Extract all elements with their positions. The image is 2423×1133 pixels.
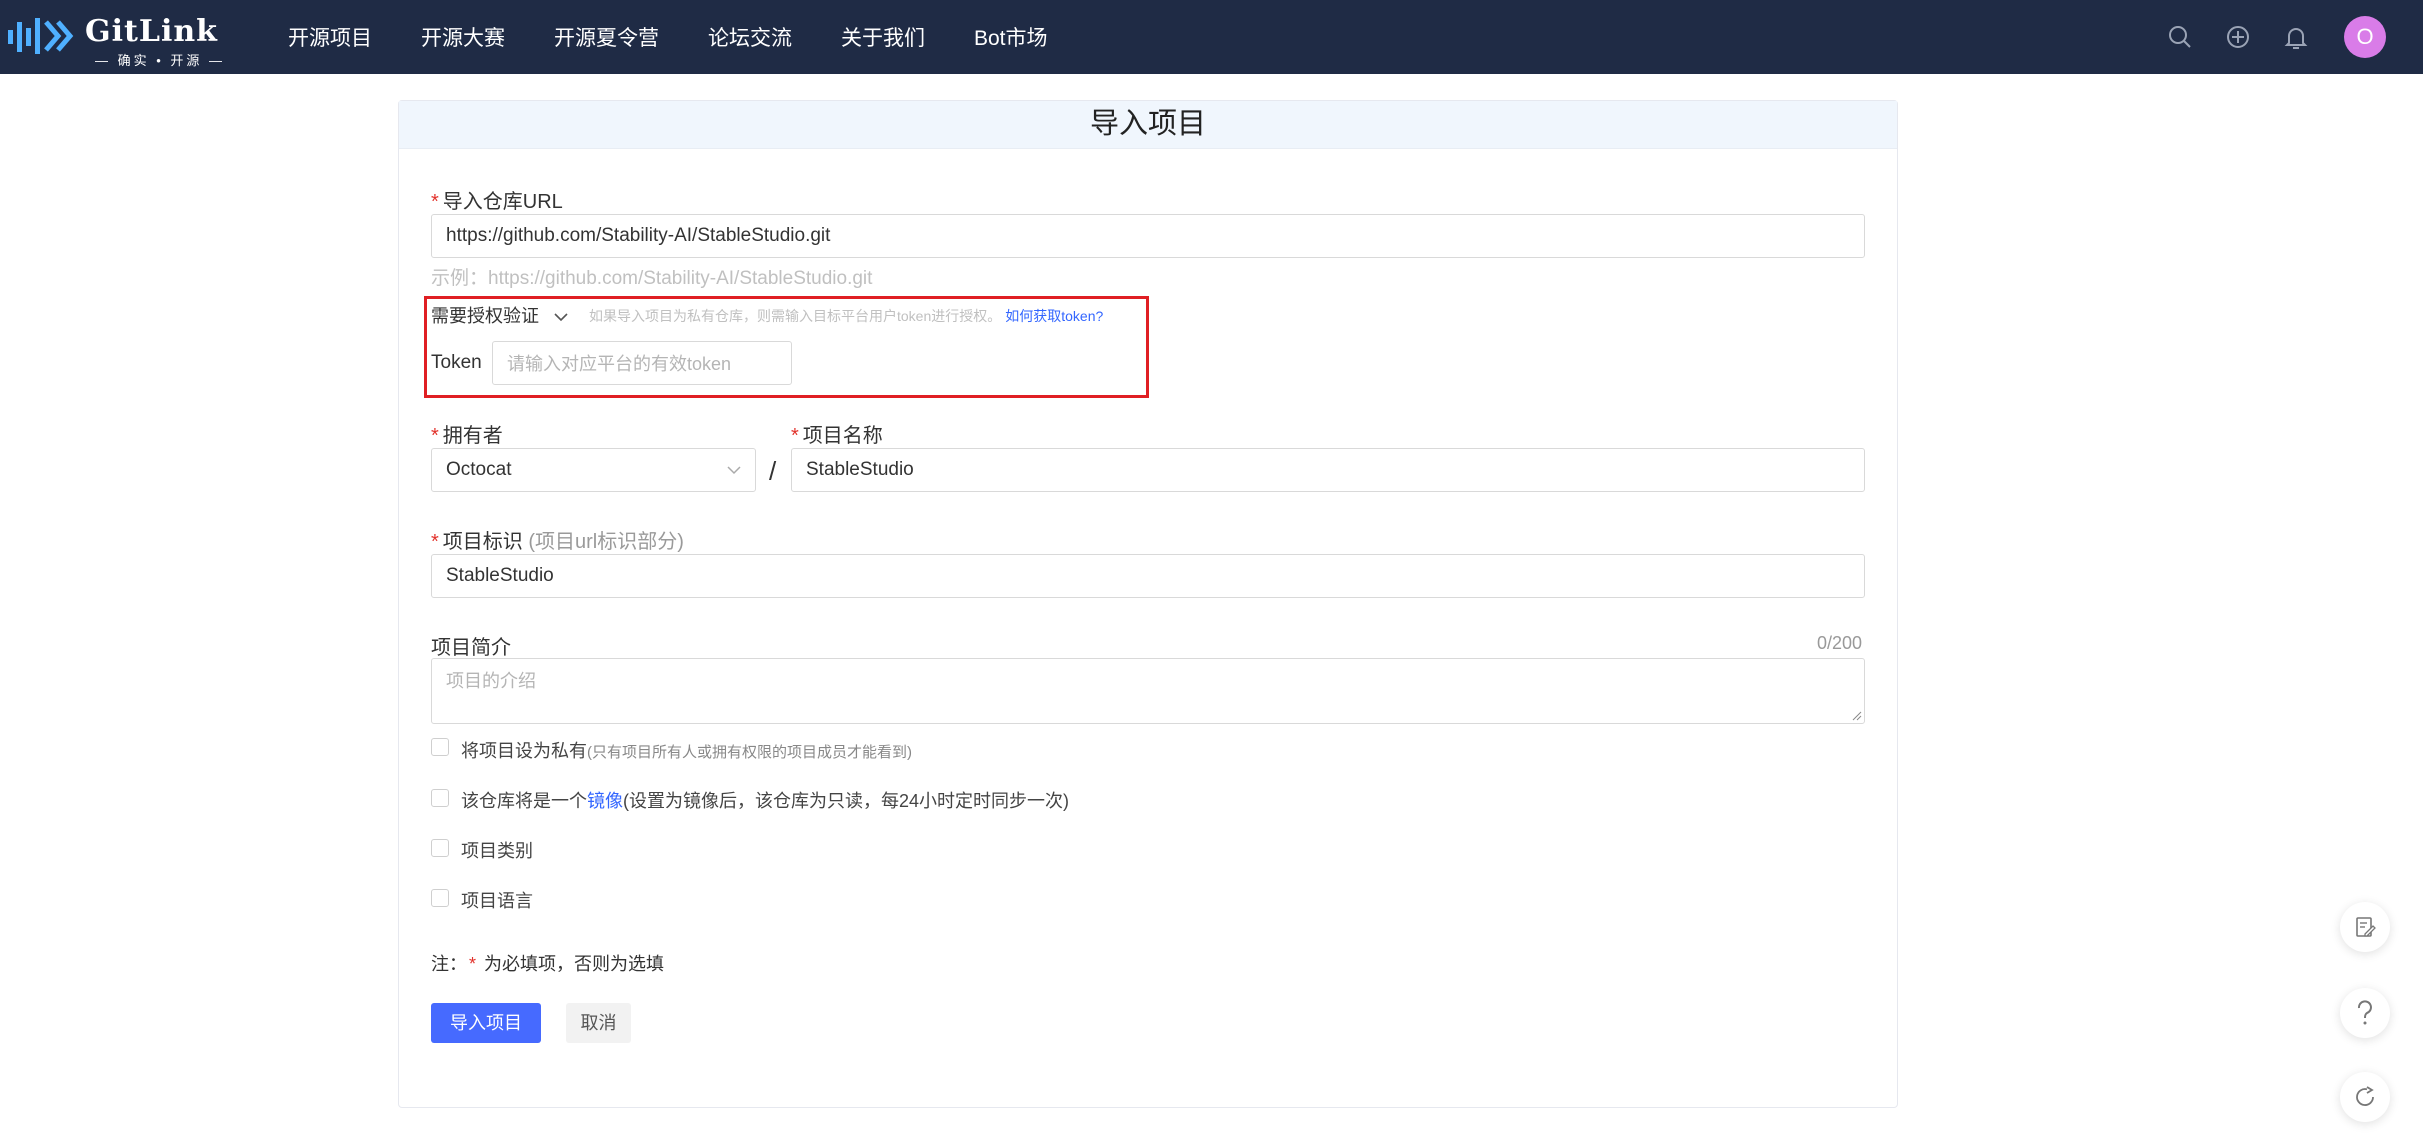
top-navbar: GitLink — 确实 • 开源 — 开源项目 开源大赛 开源夏令营 论坛交流…	[0, 0, 2423, 74]
owner-label-text: 拥有者	[442, 425, 503, 447]
identifier-label: * 项目标识 (项目url标识部分)	[431, 525, 684, 554]
plus-circle-icon[interactable]	[2223, 22, 2253, 52]
resize-handle-icon[interactable]	[1852, 711, 1862, 721]
owner-label: * 拥有者	[431, 419, 503, 448]
auth-hint: 如果导入项目为私有仓库，则需输入目标平台用户token进行授权。 如何获取toke…	[589, 306, 1103, 326]
identifier-label-text: 项目标识	[442, 531, 523, 553]
owner-select[interactable]: Octocat	[431, 448, 756, 492]
repo-url-value: https://github.com/Stability-AI/StableSt…	[446, 225, 831, 246]
repo-url-example: 示例：https://github.com/Stability-AI/Stabl…	[431, 268, 873, 289]
project-name-label: * 项目名称	[791, 419, 883, 448]
footnote-text: 为必填项，否则为选填	[484, 954, 665, 974]
gitlink-logo[interactable]: GitLink — 确实 • 开源 —	[6, 10, 236, 68]
category-checkbox[interactable]	[431, 839, 449, 857]
logo-tagline: — 确实 • 开源 —	[95, 53, 225, 68]
identifier-input[interactable]: StableStudio	[431, 554, 1865, 598]
refresh-icon	[2356, 1086, 2374, 1106]
description-placeholder: 项目的介绍	[446, 671, 536, 691]
required-mark: *	[431, 191, 439, 213]
private-checkbox[interactable]	[431, 738, 449, 756]
mirror-checkbox-label[interactable]: 该仓库将是一个镜像(设置为镜像后，该仓库为只读，每24小时定时同步一次)	[461, 787, 1069, 813]
repo-url-label: * 导入仓库URL	[431, 185, 563, 214]
nav-item-forum[interactable]: 论坛交流	[708, 22, 792, 52]
owner-value: Octocat	[446, 459, 512, 480]
mirror-label-text: 该仓库将是一个	[461, 791, 587, 811]
cancel-button[interactable]: 取消	[566, 1003, 631, 1043]
required-footnote: 注： * 为必填项，否则为选填	[431, 950, 664, 976]
token-label: Token	[431, 352, 482, 373]
owner-name-separator: /	[769, 456, 777, 486]
private-checkbox-label[interactable]: 将项目设为私有(只有项目所有人或拥有权限的项目成员才能看到)	[461, 737, 912, 763]
help-icon	[2357, 1000, 2372, 1025]
language-checkbox-label[interactable]: 项目语言	[461, 887, 533, 913]
bell-icon[interactable]	[2281, 22, 2311, 52]
token-input[interactable]: 请输入对应平台的有效token	[492, 341, 792, 385]
repo-url-label-text: 导入仓库URL	[442, 191, 563, 213]
import-project-card: 导入项目 * 导入仓库URL https://github.com/Stabili…	[398, 100, 1898, 1108]
logo-title: GitLink	[85, 14, 218, 49]
auth-hint-text: 如果导入项目为私有仓库，则需输入目标平台用户token进行授权。	[589, 308, 1002, 324]
chevron-down-icon	[554, 313, 568, 322]
private-note: (只有项目所有人或拥有权限的项目成员才能看到)	[587, 744, 912, 761]
identifier-note: (项目url标识部分)	[528, 531, 684, 553]
project-name-input[interactable]: StableStudio	[791, 448, 1865, 492]
description-label: 项目简介	[431, 637, 511, 659]
mirror-note: (设置为镜像后，该仓库为只读，每24小时定时同步一次)	[623, 791, 1070, 811]
refresh-button[interactable]	[2340, 1072, 2390, 1122]
import-project-button[interactable]: 导入项目	[431, 1003, 541, 1043]
footnote-prefix: 注：	[431, 954, 467, 974]
identifier-value: StableStudio	[446, 565, 554, 586]
private-label-text: 将项目设为私有	[461, 741, 587, 761]
description-counter: 0/200	[1817, 633, 1863, 653]
nav-item-bot-market[interactable]: Bot市场	[974, 22, 1048, 52]
token-placeholder: 请输入对应平台的有效token	[507, 354, 732, 374]
nav-item-summer-camp[interactable]: 开源夏令营	[554, 22, 659, 52]
page-title: 导入项目	[399, 101, 1897, 149]
chevron-down-icon	[727, 466, 741, 475]
project-name-value: StableStudio	[806, 459, 914, 480]
logo-mark-icon	[8, 18, 74, 54]
auth-toggle[interactable]: 需要授权验证	[431, 302, 568, 328]
project-name-label-text: 项目名称	[802, 425, 883, 447]
required-mark: *	[469, 954, 477, 974]
mirror-checkbox[interactable]	[431, 789, 449, 807]
feedback-button[interactable]	[2340, 902, 2390, 952]
search-icon[interactable]	[2165, 22, 2195, 52]
category-checkbox-label[interactable]: 项目类别	[461, 837, 533, 863]
nav-item-about[interactable]: 关于我们	[841, 22, 925, 52]
auth-toggle-label: 需要授权验证	[431, 306, 539, 326]
how-to-get-token-link[interactable]: 如何获取token?	[1005, 308, 1103, 324]
nav-item-projects[interactable]: 开源项目	[288, 22, 372, 52]
edit-note-icon	[2356, 917, 2376, 937]
nav-item-competitions[interactable]: 开源大赛	[421, 22, 505, 52]
user-avatar[interactable]: O	[2344, 16, 2386, 58]
help-button[interactable]	[2340, 988, 2390, 1038]
repo-url-input[interactable]: https://github.com/Stability-AI/StableSt…	[431, 214, 1865, 258]
description-textarea[interactable]: 项目的介绍	[431, 658, 1865, 724]
required-mark: *	[431, 425, 439, 447]
language-checkbox[interactable]	[431, 889, 449, 907]
required-mark: *	[791, 425, 799, 447]
mirror-link[interactable]: 镜像	[587, 791, 623, 811]
required-mark: *	[431, 531, 439, 553]
main-nav: 开源项目 开源大赛 开源夏令营 论坛交流 关于我们 Bot市场	[288, 0, 1097, 74]
